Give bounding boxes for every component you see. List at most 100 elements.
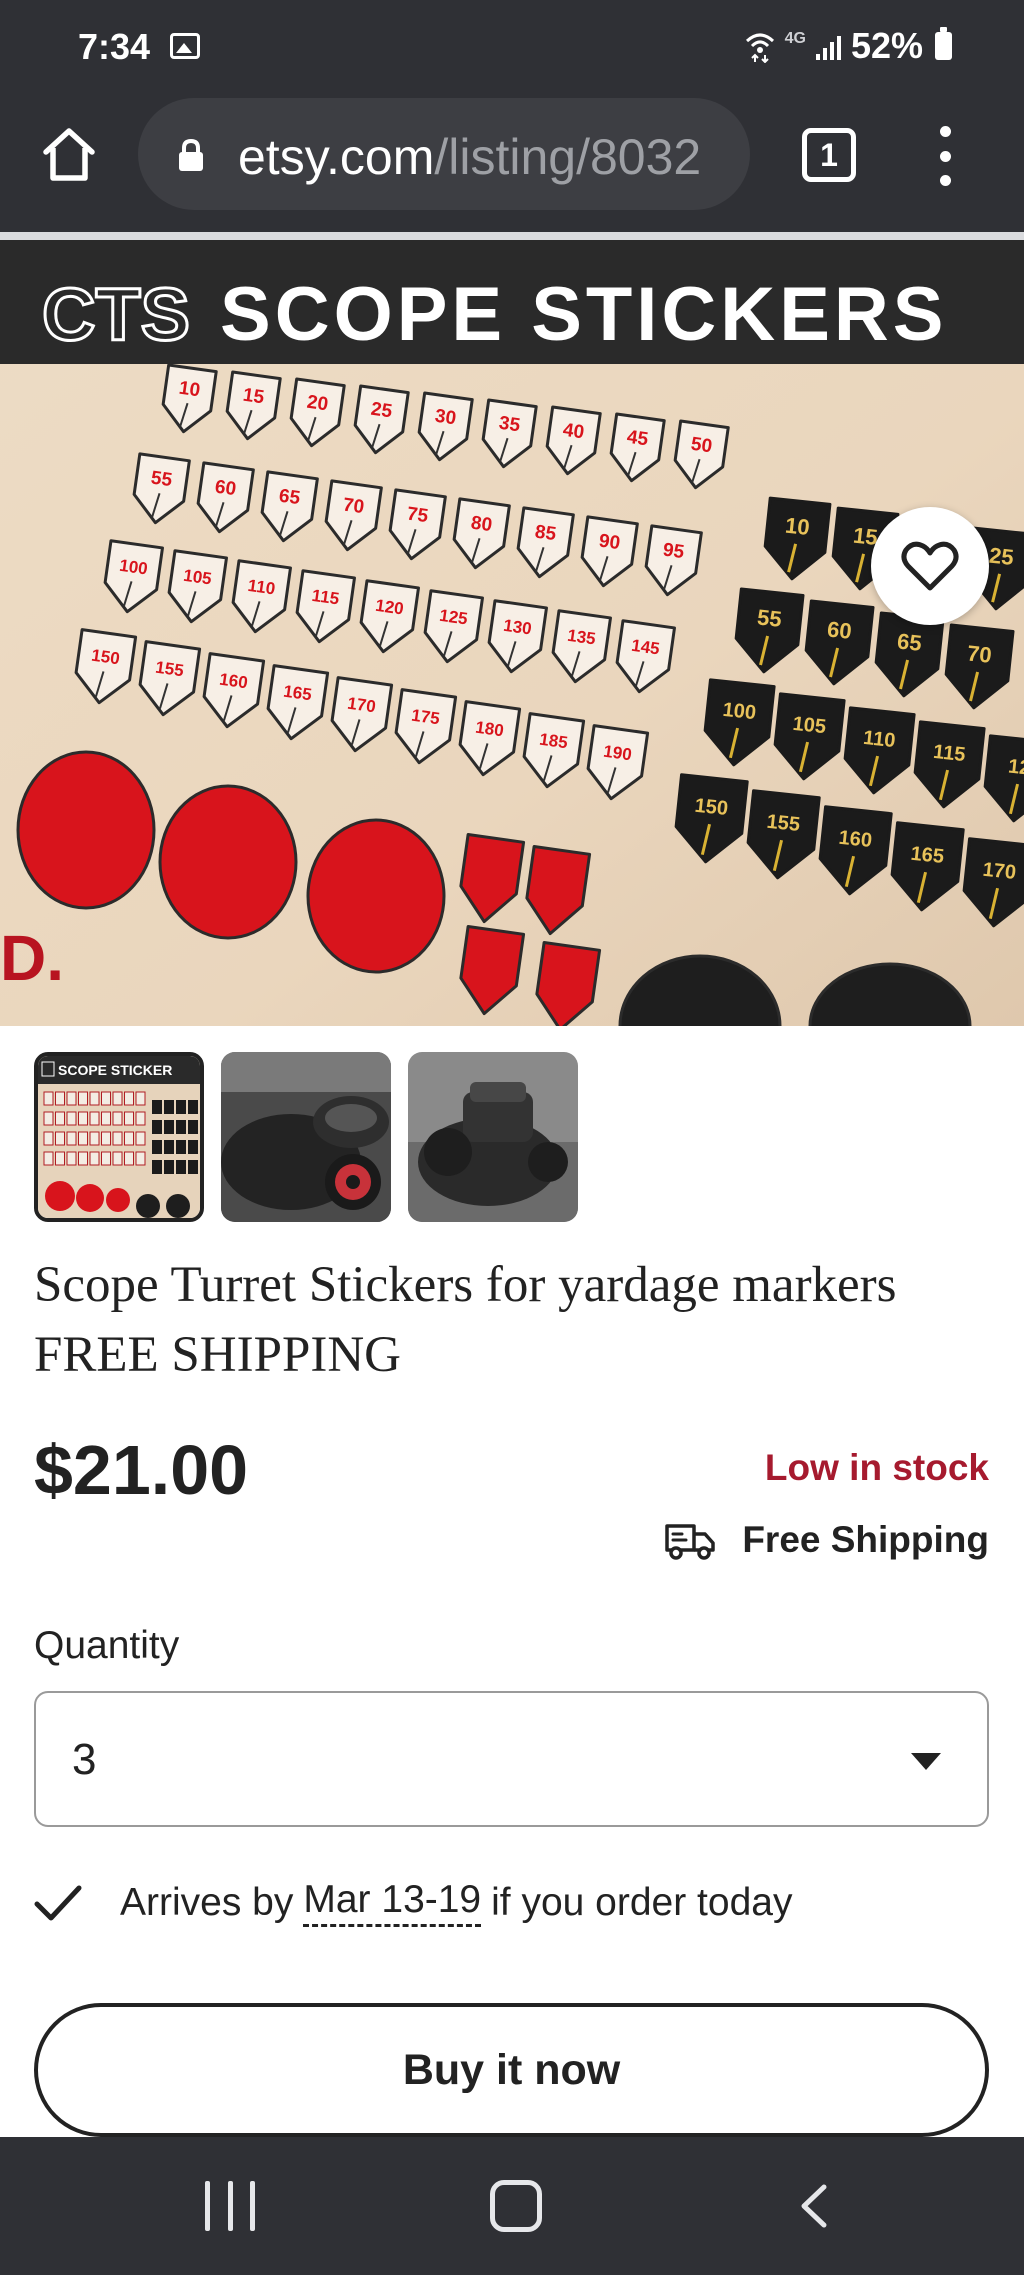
thumbnail-mini-sticker — [164, 1100, 174, 1114]
battery-icon — [935, 27, 952, 60]
thumbnail-mini-sticker — [135, 1151, 146, 1166]
stock-status: Low in stock — [764, 1447, 989, 1488]
red-dot-sticker — [306, 818, 446, 974]
thumbnail-mini-sticker — [176, 1100, 186, 1114]
sticker-label: 65 — [278, 485, 302, 509]
thumbnail-mini-sticker — [66, 1111, 77, 1126]
signal-icon — [815, 32, 841, 60]
toolbar-divider — [0, 232, 1024, 240]
status-bar: 7:34 4G 52% — [0, 0, 1024, 92]
thumbnail-2[interactable] — [221, 1052, 391, 1222]
sticker-label: 155 — [154, 658, 185, 681]
nav-back-icon[interactable] — [790, 2181, 840, 2231]
thumbnail-mini-sticker — [124, 1091, 134, 1106]
favorite-button[interactable] — [871, 507, 989, 625]
sticker-label: 75 — [406, 503, 430, 527]
thumbnail-mini-sticker — [43, 1151, 54, 1166]
thumbnail-mini-sticker — [152, 1120, 162, 1134]
thumbnail-mini-sticker — [112, 1091, 123, 1106]
thumbnail-mini-sticker — [55, 1151, 65, 1166]
thumbnail-mini-sticker — [89, 1111, 100, 1126]
thumbnail-mini-sticker — [78, 1091, 88, 1106]
sticker-label: 10 — [784, 513, 811, 540]
thumbnail-mini-sticker — [188, 1100, 198, 1114]
sticker-label: 45 — [626, 427, 650, 451]
thumbnail-strip: SCOPE STICKER — [34, 1052, 578, 1222]
sticker-label: 155 — [766, 811, 801, 836]
thumbnail-mini-sticker — [124, 1111, 134, 1126]
thumbnail-mini-sticker — [89, 1131, 100, 1146]
sticker-label: 100 — [118, 556, 149, 579]
network-type: 4G — [784, 30, 806, 47]
arrival-date-link[interactable]: Mar 13-19 — [303, 1878, 482, 1927]
thumbnail-mini-sticker — [188, 1160, 198, 1174]
listing-title: Scope Turret Stickers for yardage marker… — [34, 1257, 897, 1383]
tabs-icon[interactable]: 1 — [802, 128, 856, 182]
thumbnail-mini-sticker — [78, 1131, 88, 1146]
thumbnail-mini-sticker — [176, 1140, 186, 1154]
nav-home-icon[interactable] — [490, 2180, 542, 2232]
thumbnail-mini-sticker — [135, 1111, 146, 1126]
system-nav-bar — [0, 2137, 1024, 2275]
thumbnail-mini-sticker — [188, 1140, 198, 1154]
thumbnail-mini-sticker — [89, 1151, 100, 1166]
sticker-label: 135 — [566, 626, 597, 649]
url-path: /listing/8032 — [434, 129, 702, 185]
sticker-label: 40 — [562, 420, 586, 444]
lock-icon — [179, 138, 203, 171]
arrival-prefix: Arrives by — [120, 1880, 294, 1924]
sticker-label: 80 — [470, 512, 494, 536]
thumbnail-mini-sticker — [164, 1140, 174, 1154]
more-vert-icon[interactable] — [930, 126, 960, 186]
thumbnail-1[interactable]: SCOPE STICKER — [34, 1052, 204, 1222]
sticker-label: 185 — [538, 730, 569, 753]
sticker-label: 165 — [282, 682, 313, 705]
sticker-label: 170 — [982, 859, 1017, 884]
thumbnail-mini-sticker — [152, 1160, 162, 1174]
sticker-label: 165 — [910, 843, 945, 868]
thumbnail-mini-sticker — [43, 1131, 54, 1146]
sticker-label: 170 — [346, 694, 377, 717]
thumbnail-mini-sticker — [55, 1091, 65, 1106]
sticker-label: 55 — [150, 467, 174, 491]
thumbnail-mini-sticker — [124, 1151, 134, 1166]
chevron-down-icon — [911, 1753, 941, 1770]
thumbnail-mini-sticker — [164, 1120, 174, 1134]
quantity-select[interactable]: 3 — [34, 1691, 989, 1827]
thumbnail-mini-sticker — [135, 1091, 146, 1106]
thumbnail-mini-sticker — [66, 1091, 77, 1106]
thumbnail-mini-sticker — [152, 1140, 162, 1154]
thumbnail-mini-sticker — [66, 1151, 77, 1166]
url-bar[interactable]: etsy.com/listing/8032 — [138, 98, 750, 210]
sticker-label: 105 — [182, 566, 213, 589]
sticker-label: 35 — [498, 413, 522, 437]
status-indicators: 4G 52% — [745, 24, 952, 68]
sticker-label: 60 — [214, 476, 238, 500]
thumbnail-3-image — [408, 1052, 578, 1222]
thumbnail-mini-sticker — [43, 1091, 54, 1106]
sticker-label: 190 — [602, 742, 633, 765]
heart-icon — [901, 541, 959, 591]
sticker-label: 175 — [410, 706, 441, 729]
sticker-label: 150 — [694, 795, 729, 820]
arrival-suffix: if you order today — [491, 1880, 793, 1924]
quantity-value: 3 — [72, 1735, 97, 1784]
arrival-estimate: Arrives by Mar 13-19 if you order today — [34, 1878, 792, 1927]
sticker-label: 115 — [311, 586, 341, 609]
listing-hero-image[interactable]: CTS SCOPE STICKERS 10 15 20 25 30 35 40 45 50 55 6… — [0, 240, 1024, 1026]
sticker-label: 130 — [502, 616, 533, 639]
sticker-label: 100 — [722, 699, 757, 724]
url-domain: etsy.com — [238, 129, 435, 185]
thumbnail-3[interactable] — [408, 1052, 578, 1222]
buy-now-button[interactable]: Buy it now — [34, 2003, 989, 2137]
sticker-label: 145 — [630, 636, 661, 659]
sticker-label: 25 — [370, 399, 394, 423]
sticker-label: 30 — [434, 406, 458, 430]
sticker-label: 60 — [826, 616, 853, 643]
thumbnail-mini-sticker — [101, 1091, 111, 1106]
nav-recent-icon[interactable] — [205, 2181, 255, 2231]
thumbnail-mini-sticker — [89, 1091, 100, 1106]
home-icon[interactable] — [38, 124, 100, 186]
gallery-notification-icon — [170, 33, 200, 59]
sticker-label: 95 — [662, 539, 686, 563]
